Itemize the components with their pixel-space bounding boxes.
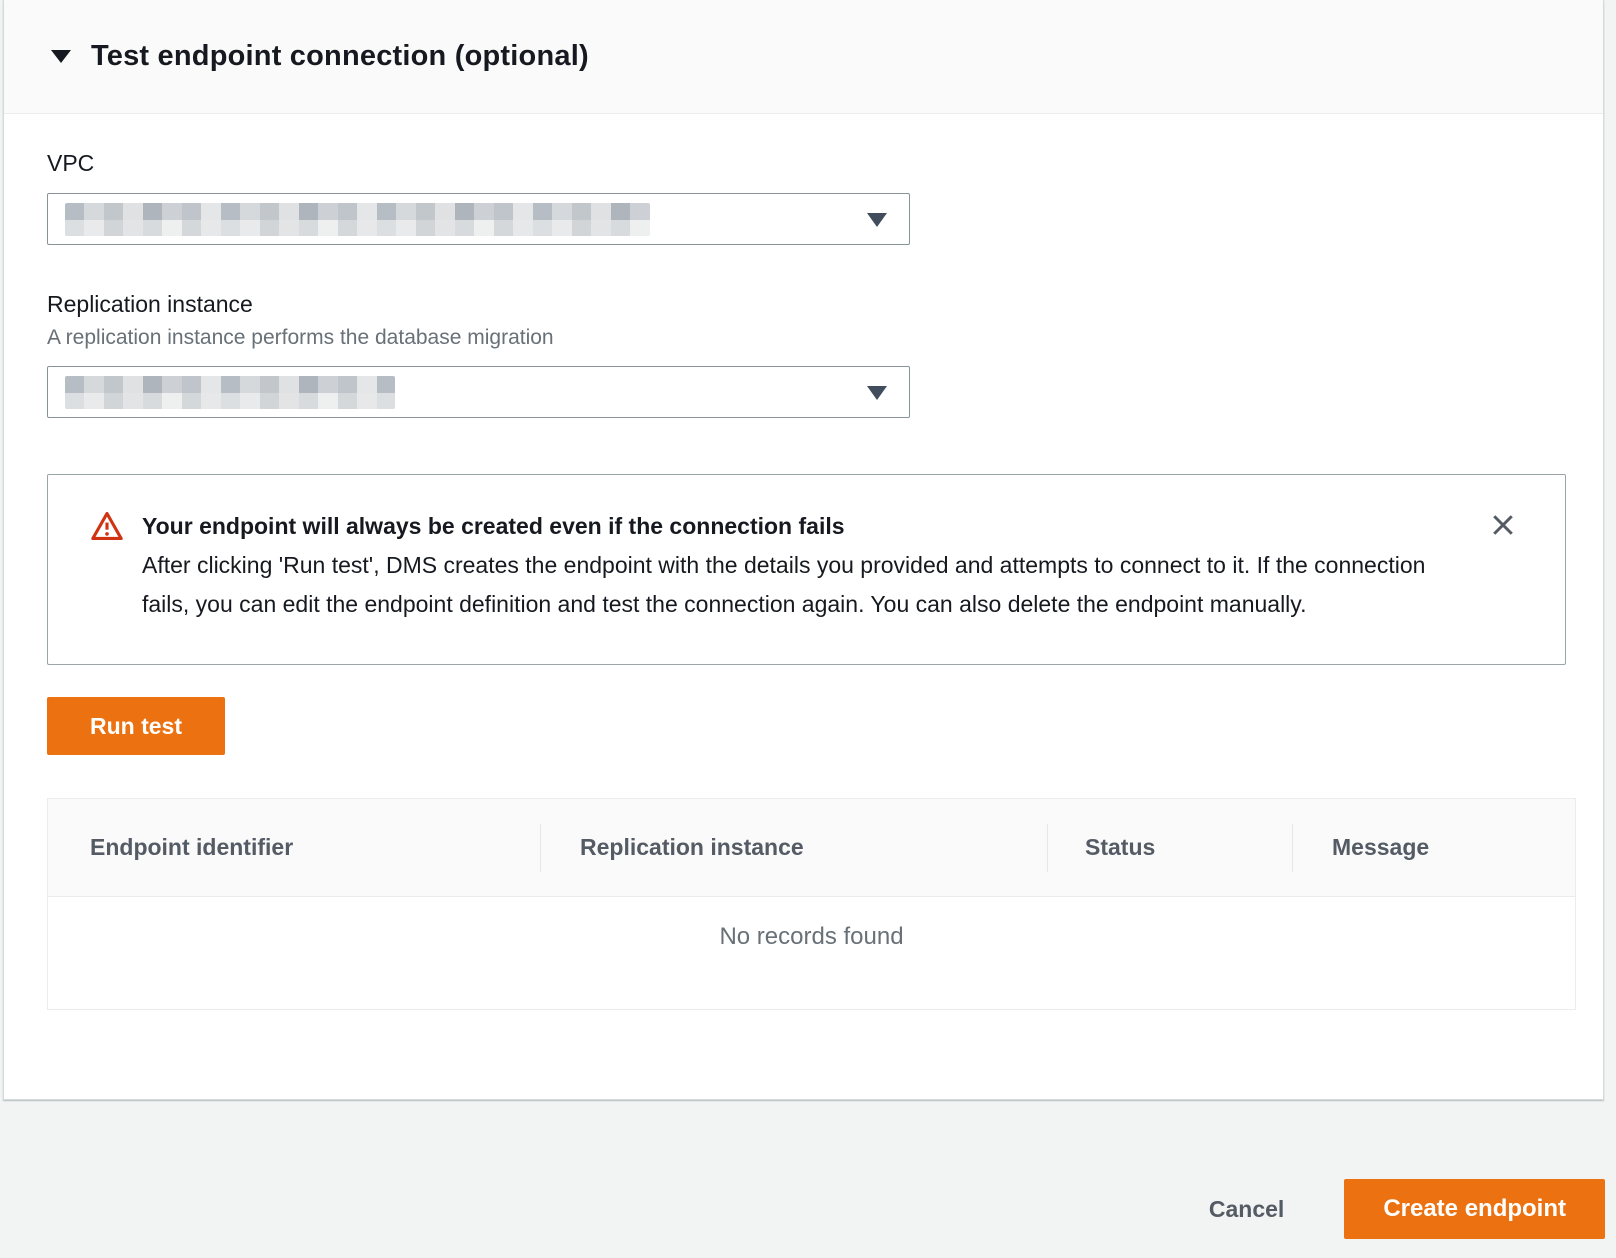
column-header-replication-instance: Replication instance — [540, 834, 1047, 861]
table-header-row: Endpoint identifier Replication instance… — [48, 799, 1575, 897]
caret-down-icon — [867, 386, 887, 400]
column-header-status: Status — [1047, 834, 1292, 861]
caret-down-icon — [867, 213, 887, 227]
cancel-button[interactable]: Cancel — [1179, 1179, 1314, 1239]
vpc-label: VPC — [47, 150, 1603, 177]
connection-results-table: Endpoint identifier Replication instance… — [47, 798, 1576, 1010]
test-endpoint-connection-panel: Test endpoint connection (optional) VPC … — [3, 0, 1604, 1100]
section-content: VPC Replication instance A replication i… — [4, 150, 1603, 1010]
alert-title: Your endpoint will always be created eve… — [142, 507, 1442, 546]
column-divider — [540, 824, 541, 872]
section-header-test-endpoint-connection[interactable]: Test endpoint connection (optional) — [4, 0, 1603, 114]
replication-instance-select[interactable] — [47, 366, 910, 418]
column-header-message: Message — [1292, 834, 1575, 861]
endpoint-warning-alert: Your endpoint will always be created eve… — [47, 474, 1566, 665]
alert-body: After clicking 'Run test', DMS creates t… — [142, 546, 1442, 624]
replication-instance-selected-value-redacted — [65, 376, 395, 409]
column-divider — [1047, 824, 1048, 872]
replication-instance-description: A replication instance performs the data… — [47, 326, 1603, 350]
close-icon[interactable] — [1487, 509, 1519, 541]
create-endpoint-button[interactable]: Create endpoint — [1344, 1179, 1605, 1239]
section-title: Test endpoint connection (optional) — [91, 40, 589, 73]
column-header-endpoint-identifier: Endpoint identifier — [48, 834, 540, 861]
vpc-selected-value-redacted — [65, 203, 650, 236]
table-empty-state: No records found — [48, 897, 1575, 1009]
triangle-down-icon — [51, 50, 71, 63]
run-test-button[interactable]: Run test — [47, 697, 225, 755]
warning-triangle-icon — [90, 510, 124, 547]
column-divider — [1292, 824, 1293, 872]
replication-instance-label: Replication instance — [47, 291, 1603, 318]
form-actions-footer: Cancel Create endpoint — [0, 1101, 1616, 1258]
alert-text-block: Your endpoint will always be created eve… — [142, 507, 1442, 624]
vpc-select[interactable] — [47, 193, 910, 245]
